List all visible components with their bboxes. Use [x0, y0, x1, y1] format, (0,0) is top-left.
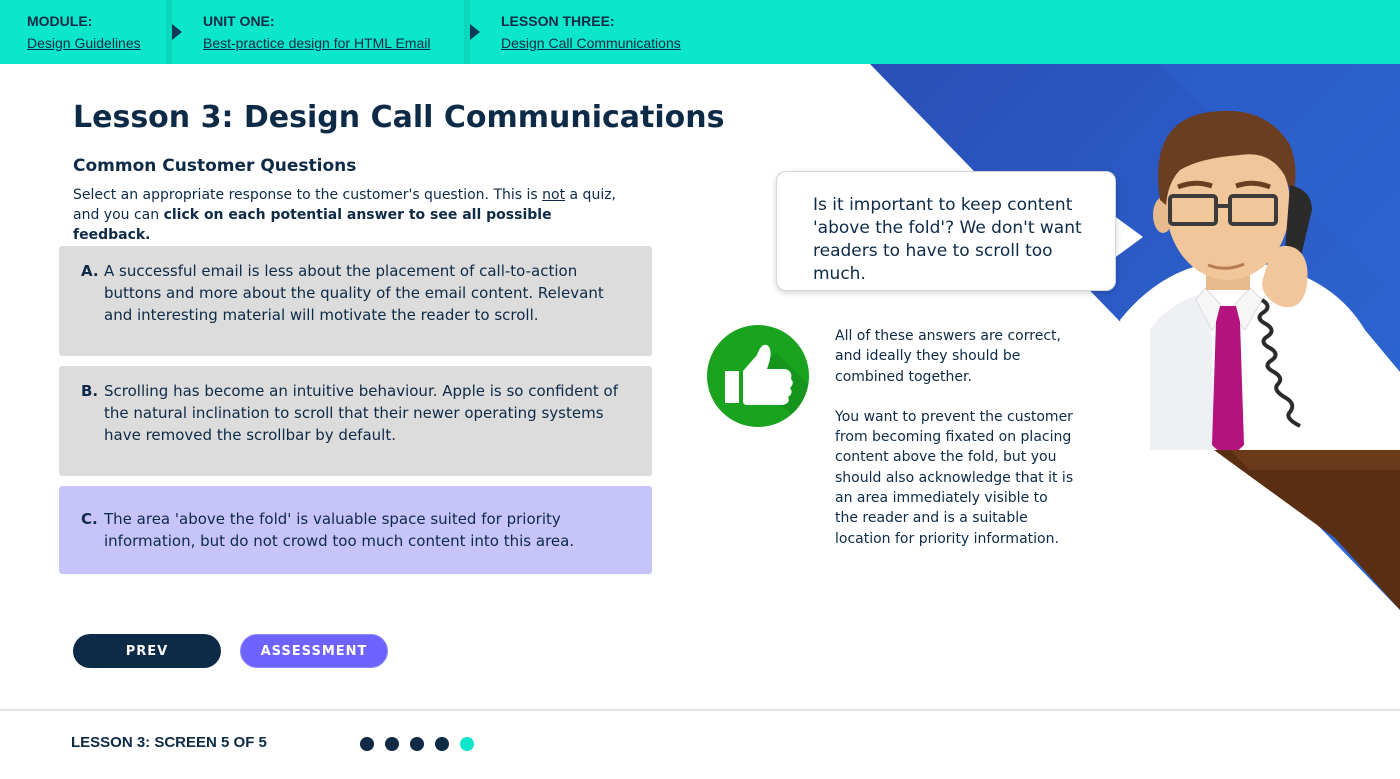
breadcrumb-module-label: MODULE: [27, 13, 93, 29]
feedback-paragraph: You want to prevent the customer from be… [835, 408, 1074, 547]
thumbs-up-icon [707, 325, 809, 427]
speech-bubble: Is it important to keep content 'above t… [776, 171, 1116, 291]
breadcrumb-lesson-link[interactable]: Design Call Communications [501, 35, 681, 51]
progress-dot-4[interactable] [435, 737, 449, 751]
speech-bubble-tail [1113, 215, 1143, 259]
breadcrumb: MODULE: Design Guidelines UNIT ONE: Best… [0, 0, 1400, 64]
feedback-text: All of these answers are correct, and id… [835, 326, 1075, 549]
screen-progress-dots [360, 737, 474, 751]
answer-letter: B. [81, 382, 99, 400]
breadcrumb-module-link[interactable]: Design Guidelines [27, 35, 141, 51]
answer-text: A successful email is less about the pla… [104, 262, 604, 324]
chevron-right-icon [470, 24, 480, 40]
instructions-emphasis: not [542, 187, 566, 203]
answer-option-b[interactable]: B. Scrolling has become an intuitive beh… [59, 366, 652, 476]
answer-letter: A. [81, 262, 99, 280]
assessment-button[interactable]: ASSESSMENT [240, 634, 388, 668]
customer-question: Is it important to keep content 'above t… [813, 195, 1082, 284]
breadcrumb-module: MODULE: Design Guidelines [27, 0, 141, 64]
answer-letter: C. [81, 510, 98, 528]
instructions-part1: Select an appropriate response to the cu… [73, 187, 543, 203]
progress-dot-1[interactable] [360, 737, 374, 751]
progress-dot-3[interactable] [410, 737, 424, 751]
feedback-paragraph: All of these answers are correct, and id… [835, 328, 1061, 385]
answer-option-c[interactable]: C. The area 'above the fold' is valuable… [59, 486, 652, 574]
breadcrumb-unit-link[interactable]: Best-practice design for HTML Email [203, 35, 430, 51]
instructions-text: Select an appropriate response to the cu… [73, 185, 633, 245]
progress-dot-5[interactable] [460, 737, 474, 751]
section-subtitle: Common Customer Questions [73, 156, 357, 176]
page-title: Lesson 3: Design Call Communications [73, 100, 725, 135]
breadcrumb-lesson-label: LESSON THREE: [501, 13, 615, 29]
screen-progress-label: LESSON 3: SCREEN 5 OF 5 [71, 734, 267, 751]
answer-option-a[interactable]: A. A successful email is less about the … [59, 246, 652, 356]
prev-button[interactable]: PREV [73, 634, 221, 668]
chevron-right-icon [172, 24, 182, 40]
progress-dot-2[interactable] [385, 737, 399, 751]
breadcrumb-unit: UNIT ONE: Best-practice design for HTML … [203, 0, 430, 64]
answer-text: The area 'above the fold' is valuable sp… [104, 510, 575, 550]
breadcrumb-unit-label: UNIT ONE: [203, 13, 275, 29]
breadcrumb-lesson: LESSON THREE: Design Call Communications [501, 0, 681, 64]
footer-divider [0, 709, 1400, 711]
answer-text: Scrolling has become an intuitive behavi… [104, 382, 618, 444]
